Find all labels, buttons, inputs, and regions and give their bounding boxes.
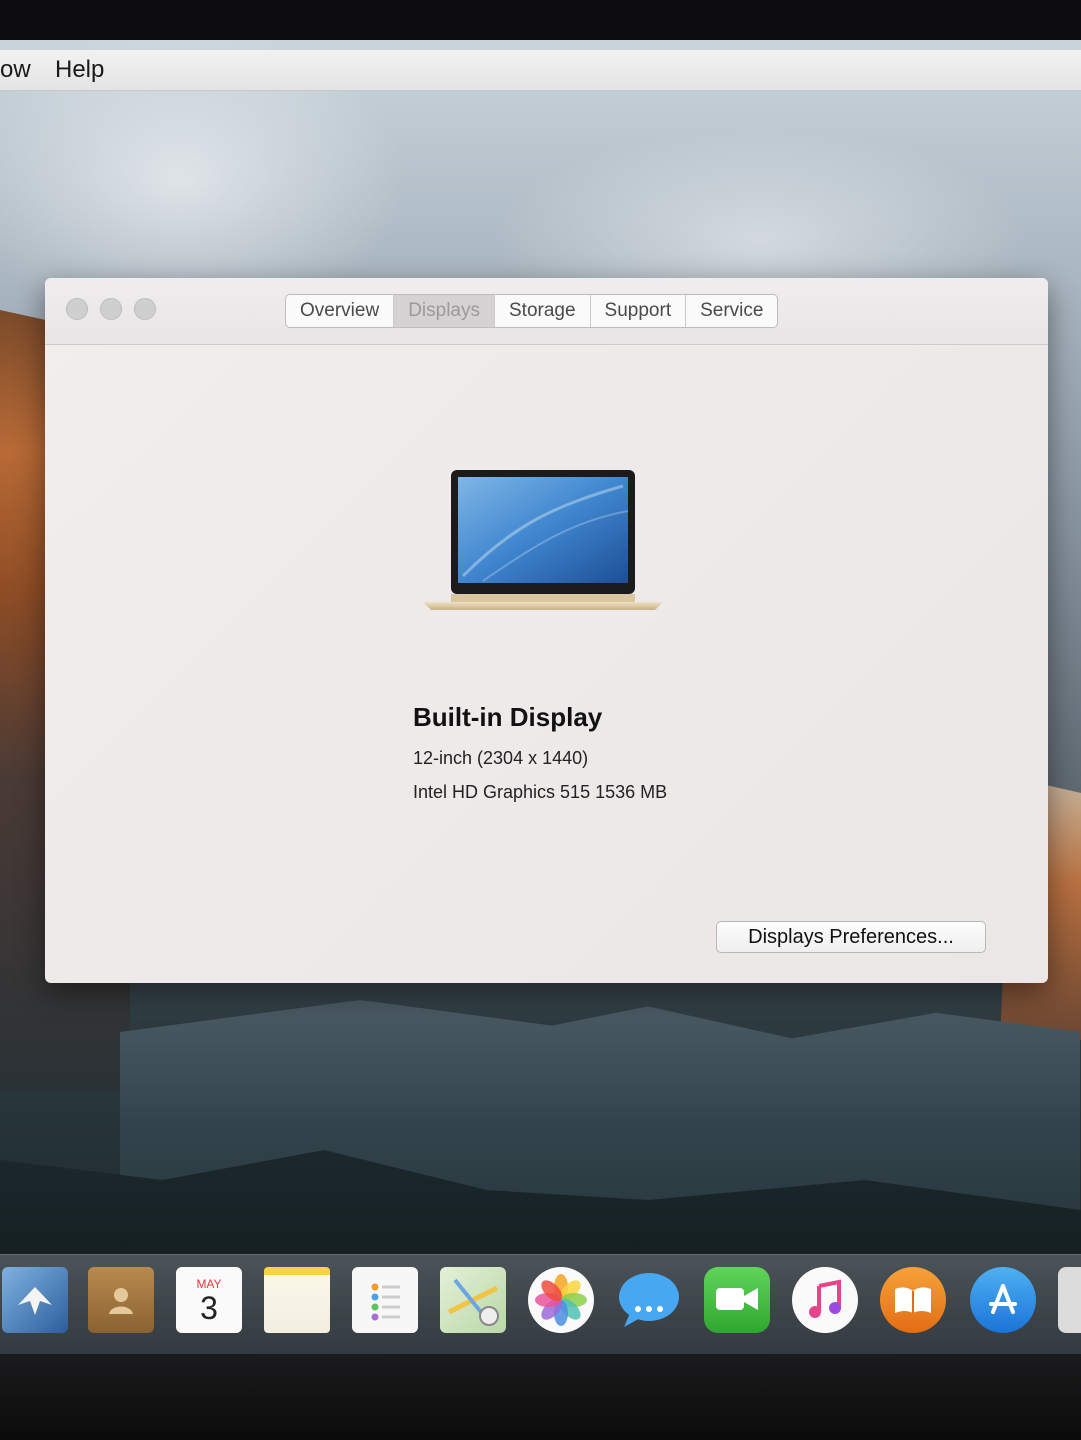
zoom-button[interactable] xyxy=(134,298,156,320)
menu-bar: ow Help xyxy=(0,50,1081,91)
ibooks-icon[interactable] xyxy=(880,1267,946,1333)
maps-icon[interactable] xyxy=(440,1267,506,1333)
displays-preferences-button[interactable]: Displays Preferences... xyxy=(716,921,986,953)
system-preferences-icon[interactable] xyxy=(1058,1267,1081,1333)
window-titlebar: Overview Displays Storage Support Servic… xyxy=(45,278,1048,345)
reminders-icon[interactable] xyxy=(352,1267,418,1333)
menu-window[interactable]: ow xyxy=(0,56,31,84)
tab-bar: Overview Displays Storage Support Servic… xyxy=(285,294,779,328)
tab-storage[interactable]: Storage xyxy=(495,295,591,327)
graphics-info: Intel HD Graphics 515 1536 MB xyxy=(413,782,668,802)
tab-overview[interactable]: Overview xyxy=(286,295,395,327)
calendar-icon[interactable]: MAY 3 xyxy=(176,1267,242,1333)
calendar-day: 3 xyxy=(200,1290,218,1326)
minimize-button[interactable] xyxy=(100,298,122,320)
screen-bezel xyxy=(0,1354,1081,1440)
display-size-resolution: 12-inch (2304 x 1440) xyxy=(413,748,589,768)
close-button[interactable] xyxy=(66,298,88,320)
notes-icon[interactable] xyxy=(264,1267,330,1333)
tab-support[interactable]: Support xyxy=(591,295,687,327)
menu-help[interactable]: Help xyxy=(55,56,104,84)
tab-service[interactable]: Service xyxy=(686,295,777,327)
about-this-mac-window: Overview Displays Storage Support Servic… xyxy=(45,278,1048,983)
calendar-month: MAY xyxy=(196,1277,222,1291)
messages-icon[interactable] xyxy=(616,1267,682,1333)
mail-icon[interactable] xyxy=(2,1267,68,1333)
app-store-icon[interactable] xyxy=(970,1267,1036,1333)
tab-displays[interactable]: Displays xyxy=(394,295,495,327)
facetime-icon[interactable] xyxy=(704,1267,770,1333)
display-title: Built-in Display xyxy=(413,702,603,732)
photos-icon[interactable] xyxy=(528,1267,594,1333)
macbook-icon xyxy=(423,470,663,610)
itunes-icon[interactable] xyxy=(792,1267,858,1333)
dock: MAY 3 xyxy=(0,1254,1081,1355)
contacts-icon[interactable] xyxy=(88,1267,154,1333)
